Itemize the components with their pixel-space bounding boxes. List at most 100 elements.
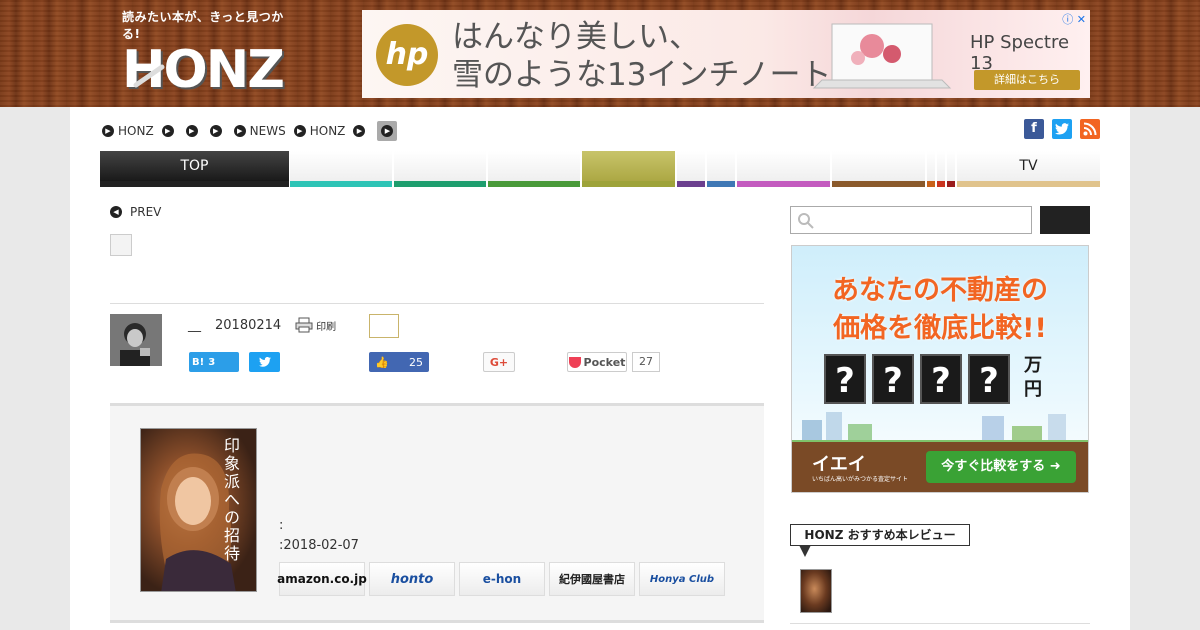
tab-category[interactable]	[832, 151, 925, 187]
chevron-right-icon: ▶	[102, 125, 114, 137]
chevron-right-icon: ▶	[161, 125, 174, 137]
compare-now-button[interactable]: 今すぐ比較をする ➜	[926, 451, 1076, 483]
honto-store-button[interactable]: honto	[369, 562, 455, 596]
tab-top[interactable]: TOP	[100, 151, 289, 187]
breadcrumb-item[interactable]: ▶ NEWS	[233, 124, 286, 138]
current-page-marker: ▶	[377, 121, 398, 141]
tab-category[interactable]	[707, 151, 735, 187]
tab-color-bar	[582, 181, 675, 187]
tab-color-bar	[707, 181, 735, 187]
breadcrumb-item[interactable]: ▶ HONZ	[102, 124, 154, 138]
google-plus-button[interactable]: G+	[483, 352, 515, 372]
ad-footer: イエイ いちばん高いがみつかる査定サイト 今すぐ比較をする ➜	[792, 442, 1088, 492]
tab-category[interactable]	[937, 151, 945, 187]
store-links: amazon.co.jp honto e-hon 紀伊國屋書店 Honya Cl…	[277, 562, 725, 596]
city-skyline-image	[792, 412, 1088, 446]
book-meta: : :2018-02-07	[279, 516, 359, 556]
breadcrumb-label: HONZ	[309, 124, 346, 138]
breadcrumb-item[interactable]: ▶	[353, 125, 369, 137]
breadcrumb-item[interactable]: ▶	[185, 125, 202, 137]
ad-title-line2: 価格を徹底比較!!	[833, 313, 1047, 344]
chevron-right-icon: ▶	[353, 125, 366, 137]
amazon-store-button[interactable]: amazon.co.jp	[277, 562, 367, 596]
hp-logo: hp	[376, 24, 438, 86]
twitter-icon[interactable]	[1052, 119, 1072, 139]
search-button[interactable]	[1040, 206, 1090, 234]
author-name[interactable]: __	[188, 318, 201, 333]
pocket-count: 27	[632, 352, 660, 372]
store-label: 紀伊國屋書店	[559, 573, 625, 586]
cover-title: 印象派への招待	[221, 437, 240, 563]
ad-title: あなたの不動産の 価格を徹底比較!!	[792, 272, 1088, 348]
book-release-date: :2018-02-07	[279, 538, 359, 553]
hatena-bookmark-button[interactable]: B! 3	[189, 352, 239, 372]
question-tile: ?	[920, 354, 962, 404]
tab-category[interactable]	[677, 151, 705, 187]
real-estate-ad[interactable]: あなたの不動産の 価格を徹底比較!! ? ? ? ? 万円 イエイ いちばん高い…	[791, 245, 1089, 493]
book-cover[interactable]: 印象派への招待	[140, 428, 257, 592]
badge-placeholder	[369, 314, 399, 338]
print-label: 印刷	[316, 321, 337, 333]
laptop-image	[812, 23, 952, 89]
tab-color-bar	[677, 181, 705, 187]
tab-color-bar	[488, 181, 580, 187]
ad-close-icon[interactable]: ⓘ ✕	[1062, 11, 1086, 27]
honz-logo[interactable]: 読みたい本が、きっと見つかる! HONZ	[122, 8, 292, 98]
recommend-heading: HONZ おすすめ本レビュー	[790, 524, 970, 546]
breadcrumb-label: NEWS	[249, 124, 286, 138]
google-plus-icon: G+	[489, 355, 509, 369]
ehon-store-button[interactable]: e-hon	[459, 562, 545, 596]
kinokuniya-store-button[interactable]: 紀伊國屋書店	[549, 562, 635, 596]
facebook-icon[interactable]: f	[1024, 119, 1044, 139]
recommended-book-thumbnail[interactable]	[800, 569, 832, 613]
store-label: Honya Club	[649, 573, 715, 585]
prev-link[interactable]: ◀ PREV	[110, 205, 161, 219]
article-meta: __ 20180214 印刷	[188, 317, 336, 333]
ad-brand: イエイ	[812, 454, 866, 475]
ad-title-line1: あなたの不動産の	[832, 275, 1048, 306]
book-info-box: 印象派への招待 : :2018-02-07 amazon.co.jp honto…	[110, 403, 764, 623]
tab-category[interactable]	[947, 151, 955, 187]
store-label: e-hon	[482, 572, 522, 586]
facebook-like-button[interactable]: 👍 25	[369, 352, 429, 372]
tab-category[interactable]	[394, 151, 486, 187]
breadcrumb-label: HONZ	[118, 124, 154, 138]
tab-color-bar	[927, 181, 935, 187]
hp-ad-banner[interactable]: hp はんなり美しい、 雪のような13インチノート HP Spectre 13 …	[362, 10, 1090, 98]
tab-category-active[interactable]	[582, 151, 675, 187]
author-photo	[110, 314, 162, 366]
tab-color-bar	[737, 181, 830, 187]
search-input[interactable]	[790, 206, 1032, 234]
social-links: f	[1024, 119, 1100, 139]
breadcrumb-item[interactable]: ▶	[161, 125, 178, 137]
tab-category[interactable]	[737, 151, 830, 187]
tweet-button[interactable]	[249, 352, 280, 372]
tab-color-bar	[394, 181, 486, 187]
author-avatar[interactable]	[110, 314, 162, 366]
ad-headline: はんなり美しい、 雪のような13インチノート	[452, 18, 832, 94]
pocket-icon	[568, 356, 581, 368]
ad-details-button[interactable]: 詳細はこちら	[974, 70, 1080, 90]
site-header: 読みたい本が、きっと見つかる! HONZ hp はんなり美しい、 雪のような13…	[0, 0, 1200, 107]
printer-icon	[295, 317, 313, 333]
tab-category[interactable]	[927, 151, 935, 187]
breadcrumb-item[interactable]: ▶	[209, 125, 226, 137]
breadcrumb-item[interactable]: ▶ HONZ	[293, 124, 346, 138]
tab-tv[interactable]: TV	[957, 151, 1100, 187]
store-label: amazon.co.jp	[277, 572, 367, 586]
honyaclub-store-button[interactable]: Honya Club	[639, 562, 725, 596]
rss-icon[interactable]	[1080, 119, 1100, 139]
tab-color-bar	[290, 181, 392, 187]
publish-date: 20180214	[215, 317, 282, 333]
print-button[interactable]: 印刷	[295, 317, 336, 333]
category-nav: TOP TV	[100, 151, 1100, 187]
tab-label: TOP	[180, 158, 209, 174]
tab-category[interactable]	[290, 151, 392, 187]
magnifier-icon	[133, 64, 165, 88]
ad-headline-line1: はんなり美しい、	[452, 19, 700, 55]
tab-color-bar	[937, 181, 945, 187]
pocket-button[interactable]: Pocket	[567, 352, 627, 372]
tab-color-bar	[832, 181, 925, 187]
tab-category[interactable]	[488, 151, 580, 187]
breadcrumb-item-current: ▶	[377, 121, 398, 141]
